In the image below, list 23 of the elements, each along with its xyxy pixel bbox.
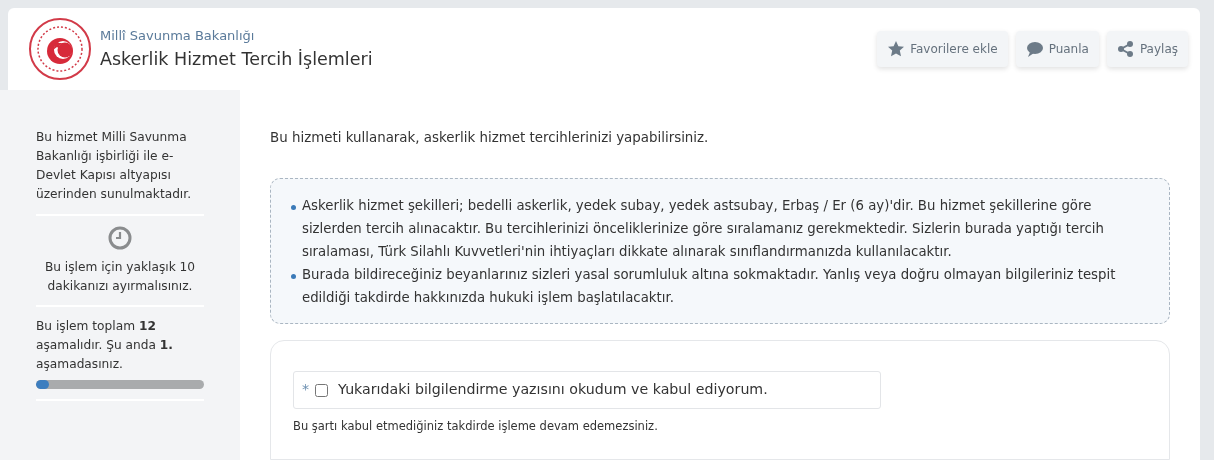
intro-text: Bu hizmeti kullanarak, askerlik hizmet tercihlerinizi yapabilirsiniz.: [270, 129, 710, 147]
info-item: Burada bildireceğiniz beyanlarınız sizleri yasal sorumluluk altına sokmaktadır. Yanlış veya doğru olmayan bilgileriniz tespit edildiği takdirde hakkınızda hukuki işlem başlatılacaktır.: [302, 265, 1117, 307]
bullet-dot: [291, 205, 296, 211]
provider-note: Bu hizmet Milli Savunma Bakanlığı işbirliği ile e-Devlet Kapısı altyapısı üzerinden sunulmaktadır.: [36, 129, 192, 203]
consent-label: Yukarıdaki bilgilendirme yazısını okudum ve kabul ediyorum.: [338, 380, 768, 400]
service-title: Askerlik Hizmet Tercih İşlemleri: [100, 47, 373, 71]
emblem-icon: [28, 17, 92, 81]
duration-note: Bu işlem için yaklaşık 10 dakikanızı ayırmalısınız.: [43, 258, 197, 295]
star-button[interactable]: Favorilere ekle: [877, 31, 1008, 67]
info-item: Askerlik hizmet şekilleri; bedelli askerlik, yedek subay, yedek astsubay, Erbaş / Er (6 ay)'dir. Bu hizmet şekillerine göre sizlerden tercih alınacaktır. Bu tercihlerinizi önceliklerinize göre sıralamanız gerekmektedir. Sizlerin burada yaptığı tercih sıralaması, Türk Silahlı Kuvvetleri'nin ihtiyaçları dikkate alınarak sınıflandırmanızda kullanılacaktır.: [302, 197, 1105, 261]
bullet-dot: [291, 273, 296, 279]
help-text: Bu şartı kabul etmediğiniz takdirde işleme devam edemezsiniz.: [293, 417, 659, 435]
ministry-name: Millî Savunma Bakanlığı: [100, 27, 256, 46]
consent-field[interactable]: * Yukarıdaki bilgilendirme yazısını okudum ve kabul ediyorum.: [293, 371, 881, 409]
share-icon: [1116, 40, 1135, 58]
speech-bubble-icon: [1025, 40, 1044, 58]
consent-checkbox[interactable]: [315, 383, 329, 397]
required-mark: *: [302, 380, 310, 400]
star-icon: [887, 40, 906, 58]
comment-button[interactable]: Puanla: [1015, 31, 1099, 67]
clock-icon: [108, 225, 132, 250]
steps-note: Bu işlem toplam 12 aşamalıdır. Şu anda 1. aşamadasınız.: [36, 318, 174, 374]
share-button[interactable]: Paylaş: [1106, 31, 1188, 67]
